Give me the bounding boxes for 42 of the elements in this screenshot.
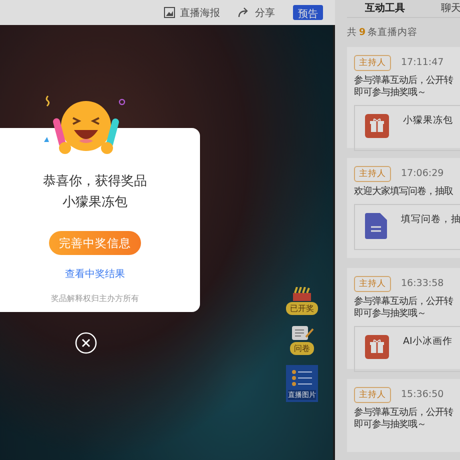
post-time: 17:11:47 (401, 57, 444, 68)
attachment-title: AI小冰画作 (403, 334, 452, 348)
attachment-card[interactable]: 小獴果冻包 (354, 104, 460, 151)
panel-tab[interactable]: 互动工具 (365, 1, 405, 16)
dialog-title: 恭喜你，获得奖品 (43, 173, 147, 190)
image-icon (164, 7, 175, 18)
count-label: 条直播内容 (368, 26, 418, 38)
post-message: 即可参与抽奖哦～ (354, 418, 427, 431)
poster-link[interactable]: 直播海报 (164, 6, 220, 20)
attachment-title: 填写问卷，抽 (401, 212, 460, 226)
host-tag: 主持人 (354, 54, 391, 71)
view-results-link[interactable]: 查看中奖结果 (65, 267, 125, 281)
close-icon[interactable] (75, 332, 97, 354)
gift-icon (365, 334, 389, 359)
scroll-pencil-icon (290, 325, 314, 341)
survey-widget[interactable]: 问卷 (290, 325, 314, 355)
disclaimer-text: 奖品解释权归主办方所有 (51, 293, 139, 304)
preview-button[interactable]: 预告 (293, 5, 323, 20)
host-tag: 主持人 (354, 166, 391, 182)
prize-widget[interactable]: 已开奖 (286, 287, 318, 315)
count-label: 共 (347, 26, 357, 38)
count-number: 9 (359, 26, 366, 38)
attachment-card[interactable]: 填写问卷，抽 (354, 204, 460, 250)
post-message: 参与弹幕互动后，公开转 (354, 74, 454, 87)
post-message: 参与弹幕互动后，公开转 (354, 406, 454, 419)
host-tag: 主持人 (354, 386, 391, 403)
host-tag: 主持人 (354, 276, 391, 292)
attachment-title: 小獴果冻包 (403, 114, 453, 127)
document-icon (365, 212, 387, 239)
prize-icon (290, 287, 314, 301)
post-message: 即可参与抽奖哦～ (354, 86, 427, 99)
post-message: 即可参与抽奖哦～ (354, 308, 427, 320)
dialog-title: 小獴果冻包 (62, 194, 128, 211)
post-time: 16:33:58 (401, 278, 444, 290)
gift-icon (365, 114, 389, 138)
post-time: 15:36:50 (401, 389, 444, 400)
share-icon (238, 7, 250, 18)
post-message: 参与弹幕互动后，公开转 (354, 296, 454, 308)
post-time: 17:06:29 (401, 168, 444, 180)
attachment-card[interactable]: AI小冰画作 (354, 326, 460, 372)
share-link[interactable]: 分享 (238, 6, 275, 20)
post-message: 欢迎大家填写问卷，抽取 (354, 186, 454, 198)
